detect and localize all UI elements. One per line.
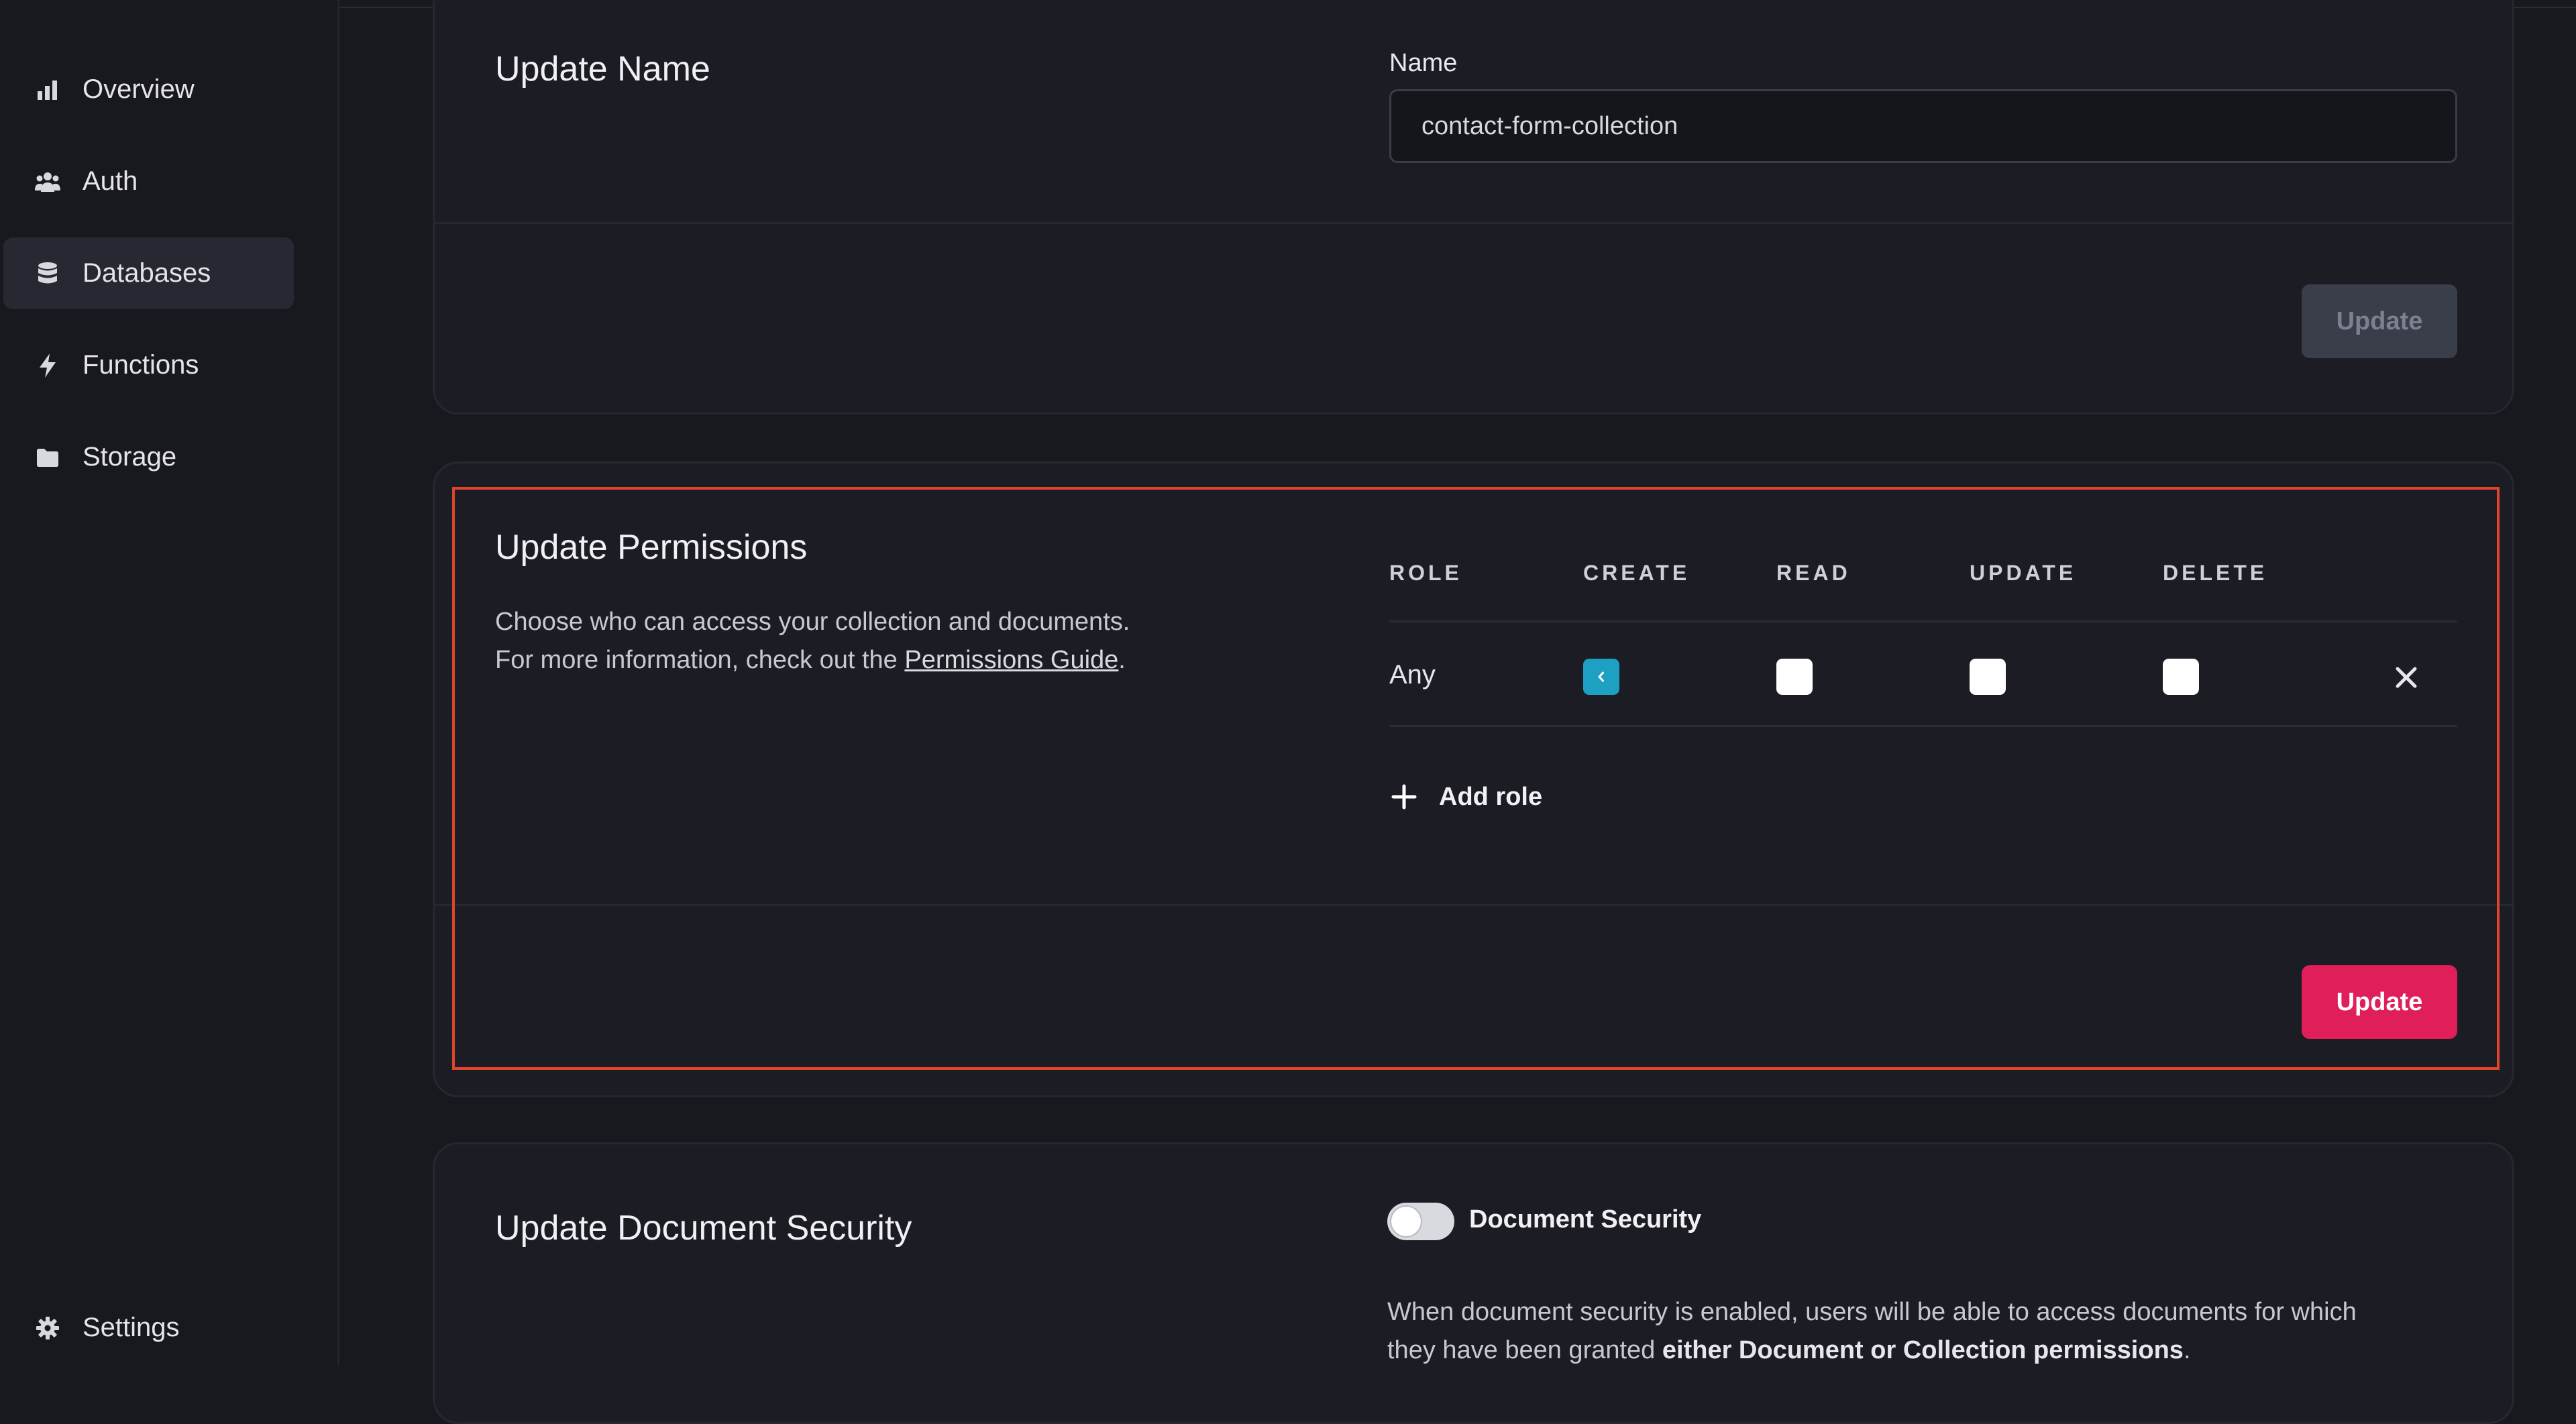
- card-title: Update Name: [495, 50, 710, 89]
- column-header-delete: DELETE: [2163, 561, 2268, 585]
- column-header-update: UPDATE: [1970, 561, 2077, 585]
- users-icon: [34, 168, 61, 195]
- name-field-label: Name: [1389, 49, 1458, 77]
- folder-icon: [34, 444, 61, 471]
- card-title: Update Document Security: [495, 1209, 912, 1248]
- permissions-guide-link[interactable]: Permissions Guide: [904, 646, 1118, 674]
- close-icon: [2396, 667, 2417, 688]
- sidebar-item-storage[interactable]: Storage: [3, 421, 294, 493]
- create-checkbox[interactable]: [1583, 659, 1619, 695]
- description-text: .: [2183, 1336, 2191, 1364]
- column-header-create: CREATE: [1583, 561, 1690, 585]
- add-role-button[interactable]: Add role: [1389, 777, 1542, 817]
- update-permissions-card: Update Permissions Choose who can access…: [433, 461, 2514, 1097]
- description-text: .: [1118, 646, 1126, 674]
- description-line: Choose who can access your collection an…: [495, 608, 1130, 636]
- description-bold: either Document or Collection permission…: [1662, 1336, 2184, 1364]
- sidebar-item-label: Settings: [83, 1313, 180, 1342]
- description-text: they have been granted: [1387, 1336, 1656, 1364]
- delete-checkbox[interactable]: [2163, 659, 2199, 695]
- sidebar-item-functions[interactable]: Functions: [3, 329, 294, 401]
- remove-role-button[interactable]: [2392, 663, 2420, 692]
- description-line: When document security is enabled, users…: [1387, 1298, 2357, 1326]
- sidebar: Overview Auth Databases Functions Storag…: [0, 0, 339, 1365]
- sidebar-item-label: Overview: [83, 74, 195, 104]
- name-input[interactable]: [1389, 89, 2457, 163]
- sidebar-item-label: Auth: [83, 166, 138, 196]
- plus-icon: [1391, 784, 1417, 810]
- column-header-read: READ: [1776, 561, 1851, 585]
- read-checkbox[interactable]: [1776, 659, 1813, 695]
- sidebar-item-overview[interactable]: Overview: [3, 54, 294, 125]
- database-icon: [34, 260, 61, 287]
- document-security-label: Document Security: [1469, 1205, 1702, 1234]
- chevron-left-icon: [1598, 671, 1604, 682]
- toggle-knob: [1391, 1207, 1421, 1236]
- document-security-card: Update Document Security: [433, 1142, 2514, 1424]
- permissions-description: Choose who can access your collection an…: [495, 603, 1300, 679]
- table-row-divider: [1389, 725, 2457, 727]
- card-title: Update Permissions: [495, 528, 808, 567]
- lightning-icon: [34, 352, 61, 379]
- card-divider: [435, 904, 2512, 906]
- sidebar-item-databases[interactable]: Databases: [3, 237, 294, 309]
- description-text: For more information, check out the: [495, 646, 898, 674]
- description-line: they have been granted either Document o…: [1387, 1331, 2528, 1370]
- sidebar-item-auth[interactable]: Auth: [3, 146, 294, 217]
- update-checkbox[interactable]: [1970, 659, 2006, 695]
- document-security-toggle[interactable]: [1387, 1203, 1454, 1240]
- sidebar-item-label: Databases: [83, 258, 211, 288]
- description-line: For more information, check out the Perm…: [495, 641, 1300, 679]
- gear-icon: [34, 1315, 61, 1341]
- add-role-label: Add role: [1439, 782, 1543, 811]
- sidebar-item-label: Storage: [83, 442, 177, 472]
- column-header-role: ROLE: [1389, 561, 1462, 585]
- update-name-card: Update Name Name Update: [433, 0, 2514, 415]
- update-name-button[interactable]: Update: [2302, 284, 2457, 358]
- document-security-description: When document security is enabled, users…: [1387, 1293, 2528, 1370]
- update-permissions-button[interactable]: Update: [2302, 965, 2457, 1039]
- role-name: Any: [1389, 660, 1436, 690]
- bar-chart-icon: [34, 76, 61, 103]
- table-row-divider: [1389, 620, 2457, 622]
- card-divider: [435, 222, 2512, 224]
- sidebar-item-settings[interactable]: Settings: [3, 1292, 294, 1364]
- sidebar-item-label: Functions: [83, 350, 199, 380]
